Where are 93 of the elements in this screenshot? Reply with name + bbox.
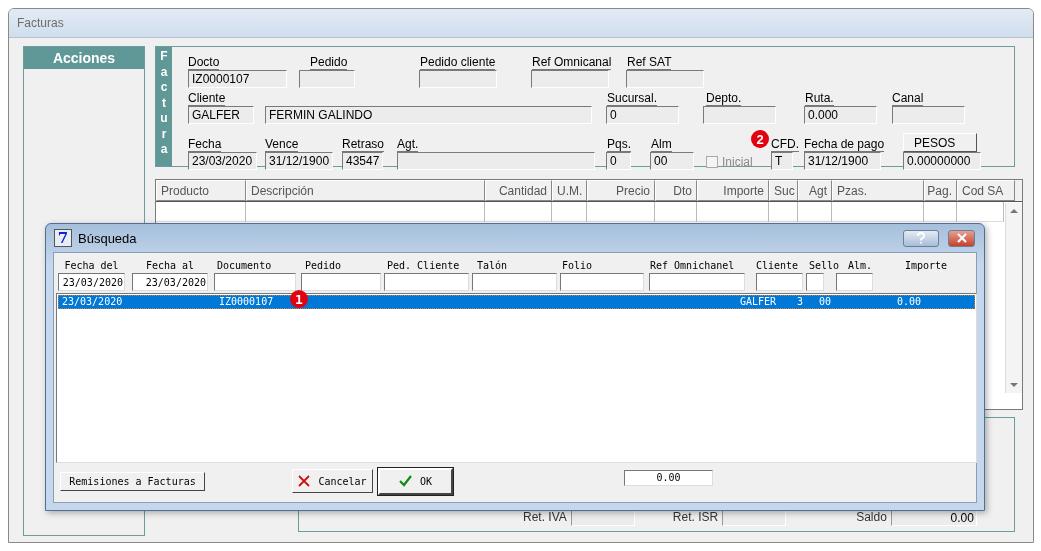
filter-label: Fecha del <box>63 260 120 271</box>
dialog-title: Búsqueda <box>78 230 138 246</box>
text-field[interactable] <box>419 70 497 88</box>
total-label: Saldo <box>856 510 887 524</box>
side-label: Factura <box>159 49 169 158</box>
row-cell: GALFER <box>740 296 777 308</box>
text-field[interactable]: T <box>771 152 793 170</box>
filter-label: Documento <box>216 260 273 271</box>
table-cell[interactable] <box>246 202 485 222</box>
table-cell[interactable] <box>587 202 655 222</box>
text-field[interactable] <box>626 70 704 88</box>
filter-label: Ref Omnichanel <box>649 260 736 271</box>
text-field[interactable]: 31/12/1900 <box>265 152 333 170</box>
row-cell: 3 <box>797 296 804 308</box>
filter-label: Ped. Cliente <box>386 260 461 271</box>
marker-badge: 2 <box>751 130 769 148</box>
filter-label: Importe <box>905 260 949 271</box>
text-field[interactable] <box>299 70 355 88</box>
close-icon <box>955 233 968 243</box>
column-header[interactable]: Suc <box>769 180 798 201</box>
window-title: Facturas <box>17 16 64 30</box>
text-field[interactable]: 43547 <box>342 152 383 170</box>
text-field[interactable]: 00 <box>650 152 694 170</box>
filter-label: Fecha al <box>144 260 196 271</box>
column-header[interactable]: Pag. <box>924 180 957 201</box>
column-header[interactable]: Dto <box>655 180 697 201</box>
close-icon <box>298 475 311 487</box>
filter-field[interactable] <box>384 273 469 291</box>
table-cell[interactable] <box>798 202 832 222</box>
column-header[interactable]: Importe <box>697 180 769 201</box>
row-cell: 00 <box>819 296 832 308</box>
filter-field[interactable] <box>301 273 381 291</box>
column-header[interactable]: Cod SA <box>957 180 1015 201</box>
row-cell: IZ0000107 <box>219 296 274 308</box>
total-field: 0.00 <box>624 470 713 486</box>
currency-button[interactable]: PESOS <box>903 133 977 152</box>
column-header[interactable]: Agt <box>798 180 832 201</box>
filter-field[interactable] <box>649 273 745 291</box>
filter-field[interactable]: 23/03/2020 <box>58 273 125 291</box>
help-icon <box>916 232 926 244</box>
app-icon: 7 <box>54 229 72 247</box>
text-field[interactable] <box>703 106 776 124</box>
ok-button[interactable]: OK <box>378 467 453 495</box>
table-cell[interactable] <box>697 202 769 222</box>
checkbox-label: Inicial <box>722 155 753 169</box>
total-label: Ret. ISR <box>672 510 719 524</box>
row-cell: 23/03/2020 <box>62 296 123 308</box>
text-field[interactable]: FERMIN GALINDO <box>265 106 592 124</box>
filter-field[interactable] <box>756 273 803 291</box>
table-cell[interactable] <box>552 202 587 222</box>
total-label: Ret. IVA <box>523 510 567 524</box>
convert-button[interactable]: Remisiones a Facturas <box>60 471 205 491</box>
filter-field[interactable] <box>560 273 644 291</box>
filter-field[interactable] <box>836 273 873 291</box>
table-cell[interactable] <box>655 202 697 222</box>
table-cell[interactable] <box>769 202 798 222</box>
text-field[interactable]: 31/12/1900 <box>804 152 881 170</box>
text-field[interactable]: GALFER <box>188 106 254 124</box>
table-cell[interactable] <box>156 202 246 222</box>
text-field[interactable]: IZ0000107 <box>188 70 287 88</box>
column-header[interactable]: U.M. <box>552 180 587 201</box>
text-field[interactable]: 0.00000000 <box>903 152 981 170</box>
text-field[interactable] <box>397 152 595 170</box>
checkmark-icon <box>398 475 412 487</box>
filter-field[interactable] <box>214 273 296 291</box>
filter-field[interactable] <box>806 273 824 291</box>
filter-label: Talón <box>476 260 509 271</box>
table-cell[interactable] <box>485 202 552 222</box>
filter-field[interactable]: 23/03/2020 <box>132 273 208 291</box>
table-cell[interactable] <box>832 202 924 222</box>
text-field[interactable]: 23/03/2020 <box>188 152 257 170</box>
column-header[interactable]: Descripción <box>246 180 485 201</box>
help-button[interactable] <box>903 229 939 247</box>
column-header[interactable]: Producto <box>156 180 246 201</box>
text-field[interactable]: 0.000 <box>804 106 877 124</box>
text-field[interactable]: 0 <box>606 106 679 124</box>
filter-label: Folio <box>561 260 594 271</box>
text-field[interactable] <box>531 70 609 88</box>
close-button[interactable] <box>948 229 975 247</box>
filter-label: Cliente <box>756 260 800 271</box>
scrollbar[interactable] <box>1005 203 1022 393</box>
filter-field[interactable] <box>472 273 557 291</box>
column-header[interactable]: Cantidad <box>485 180 552 201</box>
text-field[interactable] <box>892 106 965 124</box>
column-header[interactable]: Precio <box>587 180 655 201</box>
table-cell[interactable] <box>924 202 957 222</box>
row-cell: 0.00 <box>897 296 922 308</box>
filter-label: Pedido <box>304 260 343 271</box>
text-field[interactable]: 0 <box>606 152 631 170</box>
column-header[interactable]: Pzas. <box>832 180 924 201</box>
panel-title: Acciones <box>24 47 144 69</box>
table-cell[interactable] <box>957 202 1004 222</box>
cancel-button[interactable]: Cancelar <box>292 469 373 493</box>
